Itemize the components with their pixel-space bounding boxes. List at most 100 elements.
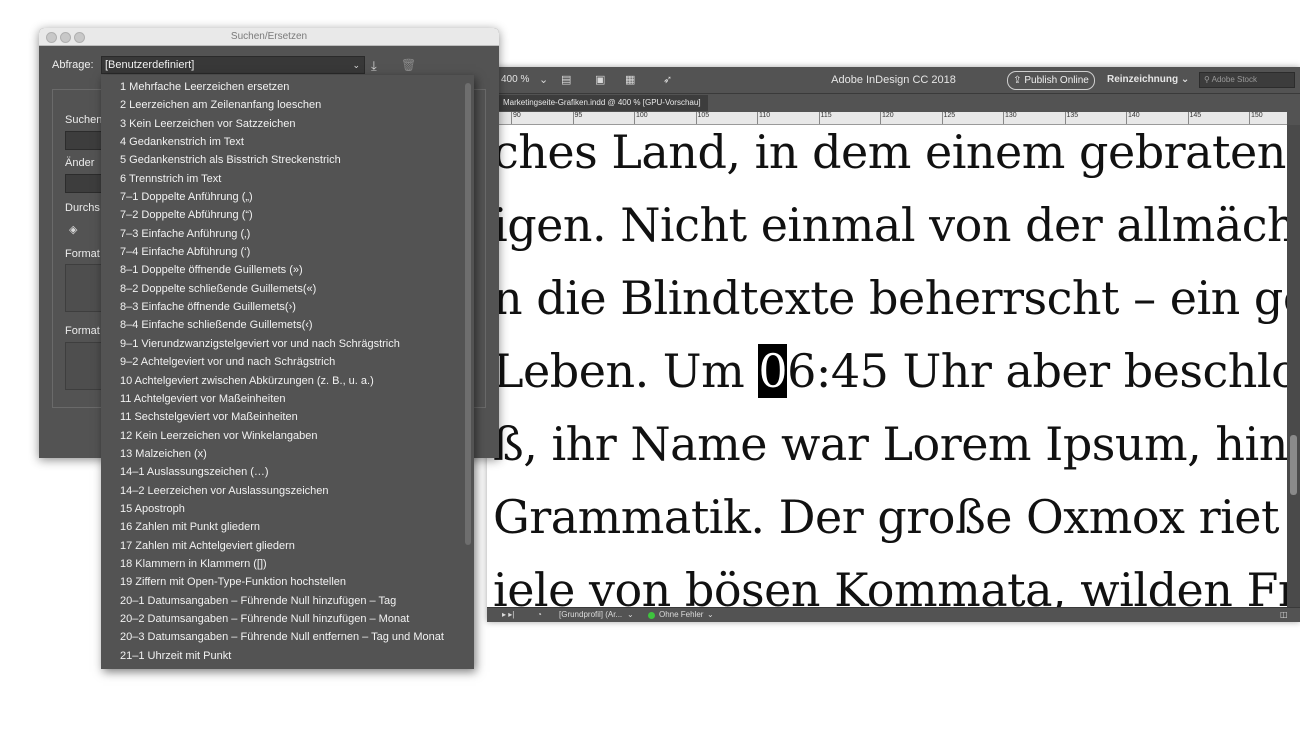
query-list-item[interactable]: 11 Achtelgeviert vor Maßeinheiten <box>101 390 463 408</box>
dialog-titlebar[interactable]: Suchen/Ersetzen <box>39 28 499 46</box>
query-list-item[interactable]: 7–2 Doppelte Abführung (“) <box>101 206 463 224</box>
ruler-tick-label: 120 <box>882 112 894 119</box>
ruler-tick-label: 110 <box>759 112 771 119</box>
text-line: n die Blindtexte beherrscht – ein ge <box>493 271 1287 325</box>
workspace-label: Reinzeichnung <box>1107 74 1179 85</box>
adobe-stock-search[interactable]: ⚲ Adobe Stock <box>1199 72 1295 88</box>
profile-select[interactable]: [Grundprofil] (Ar... <box>559 610 622 619</box>
scrollbar-thumb[interactable] <box>1290 435 1297 495</box>
query-list-item[interactable]: 6 Trennstrich im Text <box>101 170 463 188</box>
document-tab[interactable]: Marketingseite-Grafiken.indd @ 400 % [GP… <box>499 95 708 111</box>
split-view-icon[interactable]: ◫ <box>1280 610 1288 619</box>
change-format-label: Format <box>65 325 100 337</box>
page-nav-icon[interactable]: ▸ ▸| <box>502 610 514 619</box>
stock-search-placeholder: Adobe Stock <box>1211 75 1258 84</box>
indesign-window: 400 % ⌄ ▤ ▣ ▦ ➶ Adobe InDesign CC 2018 ⇪… <box>487 67 1300 622</box>
query-list-item[interactable]: 18 Klammern in Klammern ([]) <box>101 555 463 573</box>
ruler-tick <box>1126 112 1127 124</box>
ruler-tick-label: 90 <box>513 112 521 119</box>
ruler-tick <box>1003 112 1004 124</box>
query-list-item[interactable]: 12 Kein Leerzeichen vor Winkelangaben <box>101 427 463 445</box>
ruler-tick-label: 115 <box>820 112 832 119</box>
ruler-tick-label: 105 <box>697 112 710 119</box>
ruler-tick <box>1249 112 1250 124</box>
query-label: Abfrage: <box>52 59 94 71</box>
query-list-item[interactable]: 9–1 Vierundzwanzigstelgeviert vor und na… <box>101 335 463 353</box>
text-line-end: 6:45 Uhr aber beschloß <box>787 344 1287 398</box>
query-items: 1 Mehrfache Leerzeichen ersetzen 2 Leerze… <box>101 78 463 665</box>
text-cursor-selection[interactable]: 0 <box>758 344 788 398</box>
query-list-item[interactable]: 7–3 Einfache Anführung (‚) <box>101 225 463 243</box>
preflight-errors[interactable]: Ohne Fehler <box>659 610 703 619</box>
search-icon: ⚲ <box>1204 75 1212 84</box>
find-format-label: Format <box>65 248 100 260</box>
query-list-item[interactable]: 16 Zahlen mit Punkt gliedern <box>101 518 463 536</box>
change-label: Änder <box>65 157 95 169</box>
query-list-item[interactable]: 7–4 Einfache Abführung (‘) <box>101 243 463 261</box>
query-select-value: [Benutzerdefiniert] <box>105 59 195 71</box>
find-label: Suchen <box>65 114 103 126</box>
ruler-tick-label: 135 <box>1066 112 1079 119</box>
query-list-item[interactable]: 8–4 Einfache schließende Guillemets(‹) <box>101 316 463 334</box>
query-list-item[interactable]: 11 Sechstelgeviert vor Maßeinheiten <box>101 408 463 426</box>
query-list-item[interactable]: 2 Leerzeichen am Zeilenanfang loeschen <box>101 96 463 114</box>
query-list-item[interactable]: 3 Kein Leerzeichen vor Satzzeichen <box>101 115 463 133</box>
document-page[interactable]: ches Land, in dem einem gebratene S igen… <box>487 125 1287 607</box>
publish-online-label: Publish Online <box>1024 75 1089 86</box>
chevron-down-icon: ⌄ <box>352 60 360 70</box>
chevron-down-icon[interactable]: ⌄ <box>707 610 714 619</box>
vertical-scrollbar[interactable] <box>1287 125 1300 607</box>
query-list-item[interactable]: 5 Gedankenstrich als Bisstrich Streckens… <box>101 151 463 169</box>
query-list-item[interactable]: 1 Mehrfache Leerzeichen ersetzen <box>101 78 463 96</box>
ruler-tick <box>818 112 820 124</box>
ruler-tick-label: 130 <box>1005 112 1017 119</box>
query-list-item[interactable]: 20–3 Datumsangaben – Führende Null entfe… <box>101 628 463 646</box>
profile-icon: ◔ <box>537 610 542 619</box>
query-list-item[interactable]: 20–2 Datumsangaben – Führende Null hinzu… <box>101 610 463 628</box>
ruler-tick-label: 145 <box>1189 112 1202 119</box>
chevron-down-icon: ⌄ <box>1180 74 1190 85</box>
query-dropdown-list: 1 Mehrfache Leerzeichen ersetzen 2 Leerze… <box>101 75 474 669</box>
dropdown-scrollbar[interactable] <box>465 83 471 545</box>
ruler-tick <box>572 112 574 124</box>
upload-icon: ⇪ <box>1013 75 1025 86</box>
query-select[interactable]: [Benutzerdefiniert] ⌄ <box>101 56 365 74</box>
chevron-down-icon[interactable]: ⌄ <box>627 610 634 619</box>
query-list-item[interactable]: 14–1 Auslassungszeichen (…) <box>101 463 463 481</box>
query-list-item[interactable]: 21–1 Uhrzeit mit Punkt <box>101 647 463 665</box>
query-list-item[interactable]: 14–2 Leerzeichen vor Auslassungszeichen <box>101 482 463 500</box>
text-line: iele von bösen Kommata, wilden Frag <box>493 563 1287 607</box>
app-bar: 400 % ⌄ ▤ ▣ ▦ ➶ Adobe InDesign CC 2018 ⇪… <box>487 67 1300 94</box>
trash-icon[interactable]: 🗑 <box>401 58 416 72</box>
query-list-item[interactable]: 7–1 Doppelte Anführung („) <box>101 188 463 206</box>
ruler-tick <box>1187 112 1189 124</box>
query-list-item[interactable]: 20–1 Datumsangaben – Führende Null hinzu… <box>101 592 463 610</box>
ruler-tick <box>695 112 697 124</box>
workspace-switcher[interactable]: Reinzeichnung ⌄ <box>1107 74 1189 85</box>
ruler-tick-label: 150 <box>1251 112 1263 119</box>
ruler-tick <box>941 112 943 124</box>
ruler-tick-label: 95 <box>574 112 583 119</box>
query-list-item[interactable]: 4 Gedankenstrich im Text <box>101 133 463 151</box>
query-list-item[interactable]: 19 Ziffern mit Open-Type-Funktion hochst… <box>101 573 463 591</box>
query-list-item[interactable]: 17 Zahlen mit Achtelgeviert gliedern <box>101 537 463 555</box>
query-list-item[interactable]: 8–1 Doppelte öffnende Guillemets (») <box>101 261 463 279</box>
dialog-title: Suchen/Ersetzen <box>230 31 308 42</box>
ruler-tick-label: 125 <box>943 112 956 119</box>
query-list-item[interactable]: 15 Apostroph <box>101 500 463 518</box>
query-list-item[interactable]: 8–3 Einfache öffnende Guillemets(›) <box>101 298 463 316</box>
query-list-item[interactable]: 13 Malzeichen (x) <box>101 445 463 463</box>
publish-online-button[interactable]: ⇪ Publish Online <box>1007 71 1095 90</box>
text-line: Leben. Um 06:45 Uhr aber beschloß <box>493 344 1287 398</box>
ruler-tick <box>634 112 635 124</box>
ruler-tick <box>511 112 512 124</box>
query-list-item[interactable]: 10 Achtelgeviert zwischen Abkürzungen (z… <box>101 372 463 390</box>
text-line: igen. Nicht einmal von der allmächti <box>493 198 1287 252</box>
ruler-tick <box>880 112 881 124</box>
query-list-item[interactable]: 8–2 Doppelte schließende Guillemets(«) <box>101 280 463 298</box>
save-query-icon[interactable]: ⤓ <box>371 58 377 74</box>
query-list-item[interactable]: 9–2 Achtelgeviert vor und nach Schrägstr… <box>101 353 463 371</box>
horizontal-ruler: 90 95 100 105 110 115 120 125 130 135 140 145 150 <box>487 112 1287 125</box>
layers-icon[interactable]: ◈ <box>69 223 77 236</box>
status-bar: ▸ ▸| ◔ [Grundprofil] (Ar... ⌄ Ohne Fehle… <box>487 607 1300 622</box>
